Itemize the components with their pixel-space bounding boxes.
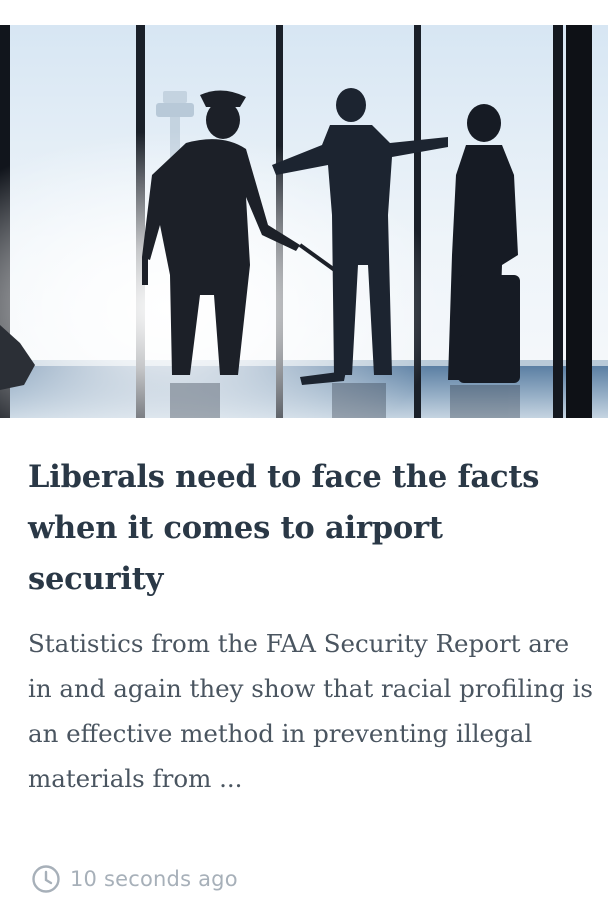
airport-silhouette-image [0, 25, 608, 418]
article-headline[interactable]: Liberals need to face the facts when it … [28, 452, 588, 605]
article-image[interactable] [0, 25, 608, 418]
timestamp: 10 seconds ago [70, 867, 238, 891]
article-excerpt: Statistics from the FAA Security Report … [28, 629, 593, 793]
article-meta: 10 seconds ago [31, 862, 238, 896]
clock-icon [32, 865, 60, 893]
article-card[interactable]: Liberals need to face the facts when it … [0, 0, 608, 897]
